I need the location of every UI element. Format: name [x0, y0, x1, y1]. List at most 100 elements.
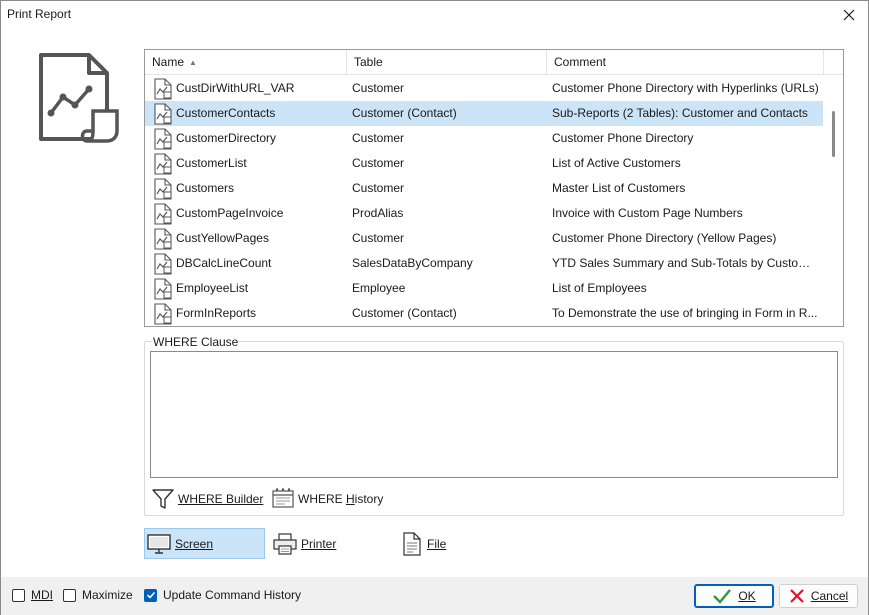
- cell-table: SalesDataByCompany: [352, 256, 473, 270]
- cell-name: EmployeeList: [176, 281, 249, 295]
- cell-table: Customer: [352, 156, 405, 170]
- report-file-icon: [153, 303, 173, 325]
- cell-comment: Sub-Reports (2 Tables): Customer and Con…: [552, 106, 808, 120]
- list-item[interactable]: FormInReports Customer (Contact) To Demons…: [145, 301, 824, 326]
- cell-table: Customer: [352, 231, 405, 245]
- cell-name: CustomerDirectory: [176, 131, 277, 145]
- close-button[interactable]: [834, 3, 864, 27]
- list-rows: CustDirWithURL_VAR Customer Customer Phone…: [145, 76, 824, 326]
- cell-name: FormInReports: [176, 306, 257, 320]
- screen-output-button[interactable]: Screen: [144, 528, 265, 559]
- report-list[interactable]: Name ▲ Table Comment CustDirWithURL_VAR Cu…: [144, 49, 844, 327]
- checkmark-icon: [713, 589, 732, 604]
- printer-output-button[interactable]: Printer: [271, 528, 391, 559]
- list-item[interactable]: CustDirWithURL_VAR Customer Customer Phone…: [145, 76, 824, 101]
- where-builder-label: WHERE Builder: [178, 492, 264, 506]
- check-mark-icon: [146, 591, 155, 599]
- list-item[interactable]: CustomerDirectory Customer Customer Phone …: [145, 126, 824, 151]
- dialog-footer: MDI Maximize Update Command History OK C: [1, 577, 868, 615]
- list-header: Name ▲ Table Comment: [145, 50, 843, 75]
- where-builder-button[interactable]: WHERE Builder: [151, 486, 263, 512]
- cell-name: DBCalcLineCount: [176, 256, 272, 270]
- x-icon: [790, 589, 804, 603]
- cell-comment: Customer Phone Directory (Yellow Pages): [552, 231, 777, 245]
- print-report-dialog: Print Report Name ▲ Table Comment CustDir…: [0, 0, 869, 615]
- cell-table: Customer: [352, 131, 405, 145]
- sort-ascending-icon: ▲: [189, 58, 197, 67]
- maximize-checkbox[interactable]: Maximize: [63, 587, 133, 603]
- report-file-icon: [153, 78, 173, 100]
- history-icon: [272, 488, 294, 508]
- list-item[interactable]: CustomPageInvoice ProdAlias Invoice with C…: [145, 201, 824, 226]
- cell-table: Customer: [352, 81, 405, 95]
- list-item[interactable]: CustomerContacts Customer (Contact) Sub-Re…: [145, 101, 824, 126]
- report-file-icon: [153, 253, 173, 275]
- cell-name: CustYellowPages: [176, 231, 269, 245]
- report-file-icon: [153, 128, 173, 150]
- cell-table: Employee: [352, 281, 406, 295]
- cell-comment: To Demonstrate the use of bringing in Fo…: [552, 306, 818, 320]
- cell-comment: Master List of Customers: [552, 181, 686, 195]
- report-file-icon: [153, 103, 173, 125]
- cell-name: CustomPageInvoice: [176, 206, 284, 220]
- ok-button[interactable]: OK: [694, 584, 774, 608]
- cell-comment: Customer Phone Directory: [552, 131, 694, 145]
- where-clause-label: WHERE Clause: [152, 335, 240, 349]
- maximize-checkbox-box[interactable]: [63, 588, 76, 602]
- column-header-comment[interactable]: Comment: [547, 50, 824, 75]
- cell-table: Customer (Contact): [352, 306, 457, 320]
- cell-comment: List of Active Customers: [552, 156, 681, 170]
- scrollbar-thumb[interactable]: [832, 111, 835, 157]
- screen-output-label: Screen: [175, 536, 214, 551]
- cell-comment: Invoice with Custom Page Numbers: [552, 206, 743, 220]
- printer-icon: [273, 532, 297, 555]
- funnel-icon: [152, 489, 174, 509]
- where-history-label: WHERE History: [298, 492, 384, 506]
- mdi-checkbox-box[interactable]: [12, 588, 25, 602]
- cell-name: Customers: [176, 181, 235, 195]
- monitor-icon: [147, 533, 171, 554]
- cell-name: CustDirWithURL_VAR: [176, 81, 295, 95]
- update-history-label: Update Command History: [163, 588, 302, 602]
- cell-name: CustomerContacts: [176, 106, 276, 120]
- mdi-label: MDI: [31, 588, 53, 602]
- mdi-checkbox[interactable]: MDI: [12, 587, 53, 603]
- report-file-icon: [153, 278, 173, 300]
- update-history-checkbox[interactable]: Update Command History: [144, 587, 301, 603]
- cancel-label: Cancel: [810, 589, 849, 603]
- where-clause-group: WHERE Clause WHERE Builder WHERE History: [144, 336, 844, 516]
- maximize-label: Maximize: [82, 588, 133, 602]
- list-item[interactable]: Customers Customer Master List of Customer…: [145, 176, 824, 201]
- report-file-icon: [153, 178, 173, 200]
- window-title: Print Report: [7, 7, 72, 21]
- list-item[interactable]: DBCalcLineCount SalesDataByCompany YTD Sal…: [145, 251, 824, 276]
- vertical-scrollbar[interactable]: [823, 76, 843, 326]
- column-header-name[interactable]: Name ▲: [145, 50, 347, 75]
- file-icon: [403, 531, 421, 556]
- cell-comment: Customer Phone Directory with Hyperlinks…: [552, 81, 819, 95]
- cell-comment: YTD Sales Summary and Sub-Totals by Cust…: [552, 256, 820, 270]
- printer-output-label: Printer: [301, 536, 337, 551]
- report-file-icon: [153, 203, 173, 225]
- report-file-icon: [153, 228, 173, 250]
- list-item[interactable]: CustYellowPages Customer Customer Phone Di…: [145, 226, 824, 251]
- list-item[interactable]: EmployeeList Employee List of Employees: [145, 276, 824, 301]
- where-history-button[interactable]: WHERE History: [271, 486, 383, 512]
- file-output-label: File: [427, 536, 447, 551]
- report-chart-icon: [39, 53, 119, 143]
- cell-table: Customer: [352, 181, 405, 195]
- cell-table: ProdAlias: [352, 206, 404, 220]
- column-header-table[interactable]: Table: [347, 50, 547, 75]
- ok-label: OK: [738, 589, 756, 603]
- title-bar: Print Report: [1, 1, 868, 29]
- close-icon: [843, 9, 855, 21]
- file-output-button[interactable]: File: [399, 528, 499, 559]
- cell-name: CustomerList: [176, 156, 247, 170]
- update-history-checkbox-box[interactable]: [144, 588, 157, 602]
- cancel-button[interactable]: Cancel: [779, 584, 858, 608]
- cell-table: Customer (Contact): [352, 106, 457, 120]
- where-clause-input[interactable]: [150, 351, 838, 478]
- report-file-icon: [153, 153, 173, 175]
- list-item[interactable]: CustomerList Customer List of Active Custo…: [145, 151, 824, 176]
- cell-comment: List of Employees: [552, 281, 647, 295]
